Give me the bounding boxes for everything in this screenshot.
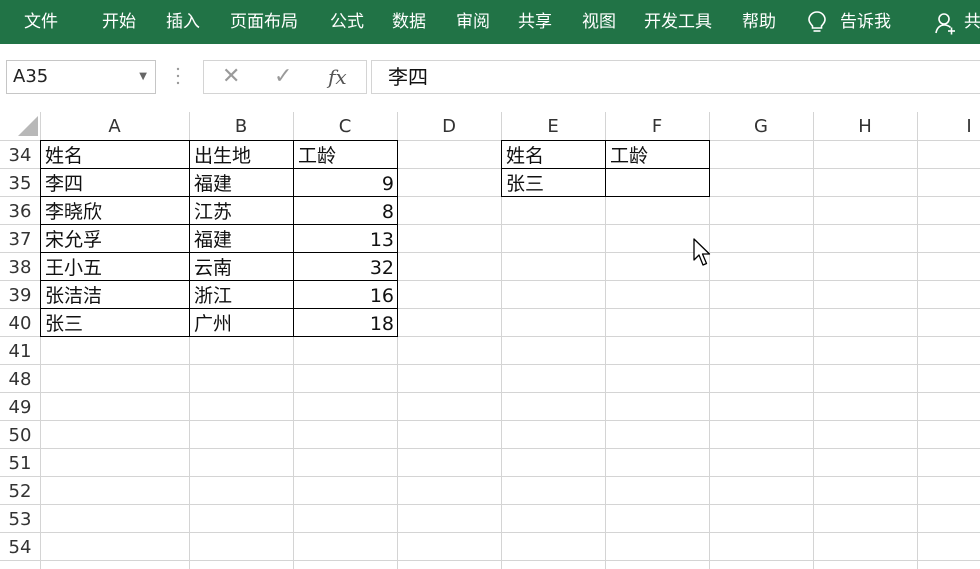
table-cell[interactable]: 张三 [45, 309, 185, 337]
chevron-down-icon[interactable]: ▼ [139, 61, 147, 93]
table-cell[interactable]: 16 [296, 281, 394, 309]
share-label[interactable]: 共 [964, 0, 980, 44]
table-header-cell[interactable]: 工龄 [298, 141, 394, 169]
column-header-f[interactable]: F [605, 112, 709, 140]
drag-handle-icon[interactable] [176, 66, 180, 86]
column-header-c[interactable]: C [293, 112, 397, 140]
row-header[interactable]: 53 [0, 505, 40, 533]
row-header[interactable]: 48 [0, 365, 40, 393]
row-header[interactable]: 36 [0, 197, 40, 225]
table-cell[interactable]: 云南 [194, 253, 290, 281]
tab-page-layout[interactable]: 页面布局 [230, 0, 298, 44]
table-cell[interactable]: 张洁洁 [45, 281, 185, 309]
table-header-cell[interactable]: 姓名 [45, 141, 185, 169]
insert-function-icon[interactable]: fx [328, 61, 347, 93]
table-header-cell[interactable]: 工龄 [610, 141, 706, 169]
column-header-i[interactable]: I [917, 112, 980, 140]
column-header-g[interactable]: G [709, 112, 813, 140]
table-cell[interactable]: 李晓欣 [45, 197, 185, 225]
tab-data[interactable]: 数据 [392, 0, 426, 44]
row-header[interactable]: 50 [0, 421, 40, 449]
row-header[interactable]: 41 [0, 337, 40, 365]
cancel-icon[interactable]: ✕ [222, 61, 240, 93]
table-cell[interactable]: 32 [296, 253, 394, 281]
row-header[interactable]: 39 [0, 281, 40, 309]
tab-developer[interactable]: 开发工具 [644, 0, 712, 44]
tab-file[interactable]: 文件 [24, 0, 58, 44]
column-header-h[interactable]: H [813, 112, 917, 140]
row-header[interactable]: 54 [0, 533, 40, 561]
check-icon[interactable]: ✓ [274, 61, 292, 93]
table-cell[interactable]: 王小五 [45, 253, 185, 281]
table-cell[interactable]: 江苏 [194, 197, 290, 225]
tab-formulas[interactable]: 公式 [330, 0, 364, 44]
tab-insert[interactable]: 插入 [166, 0, 200, 44]
table-cell[interactable]: 浙江 [194, 281, 290, 309]
table-cell[interactable]: 宋允孚 [45, 225, 185, 253]
row-header[interactable]: 40 [0, 309, 40, 337]
lightbulb-icon [808, 11, 826, 32]
column-header-d[interactable]: D [397, 112, 501, 140]
column-header-b[interactable]: B [189, 112, 293, 140]
tab-view[interactable]: 视图 [582, 0, 616, 44]
table-cell[interactable]: 福建 [194, 169, 290, 197]
tab-share[interactable]: 共享 [518, 0, 552, 44]
formula-buttons: ✕ ✓ fx [203, 60, 367, 94]
row-header[interactable]: 34 [0, 141, 40, 169]
row-header[interactable]: 52 [0, 477, 40, 505]
row-header[interactable]: 49 [0, 393, 40, 421]
row-header[interactable]: 51 [0, 449, 40, 477]
tab-review[interactable]: 审阅 [456, 0, 490, 44]
table-cell[interactable]: 18 [296, 309, 394, 337]
ribbon-tabs: 文件 开始 插入 页面布局 公式 数据 审阅 共享 视图 开发工具 帮助 告诉我… [0, 0, 980, 44]
table-cell[interactable] [610, 169, 706, 197]
table-cell[interactable]: 李四 [45, 169, 185, 197]
tell-me-search[interactable]: 告诉我 [840, 0, 891, 44]
name-box[interactable]: A35 ▼ [6, 60, 156, 94]
row-header[interactable]: 35 [0, 169, 40, 197]
table-cell[interactable]: 广州 [194, 309, 290, 337]
table-header-cell[interactable]: 出生地 [194, 141, 290, 169]
formula-input[interactable]: 李四 [371, 60, 980, 94]
table-cell[interactable]: 9 [296, 169, 394, 197]
table-cell[interactable]: 13 [296, 225, 394, 253]
mouse-pointer-icon [693, 238, 711, 266]
tab-home[interactable]: 开始 [102, 0, 136, 44]
column-header-e[interactable]: E [501, 112, 605, 140]
share-person-icon[interactable] [934, 11, 956, 35]
row-header[interactable]: 37 [0, 225, 40, 253]
table-cell[interactable]: 8 [296, 197, 394, 225]
worksheet-grid[interactable]: A B C D E F G H I 34 35 36 37 38 39 40 4… [0, 112, 980, 569]
formula-bar: A35 ▼ ✕ ✓ fx 李四 [0, 44, 980, 110]
table-cell[interactable]: 福建 [194, 225, 290, 253]
name-box-value: A35 [13, 66, 49, 87]
table-header-cell[interactable]: 姓名 [506, 141, 602, 169]
tab-help[interactable]: 帮助 [742, 0, 776, 44]
row-header[interactable]: 38 [0, 253, 40, 281]
table-cell[interactable]: 张三 [506, 169, 602, 197]
column-header-a[interactable]: A [40, 112, 189, 140]
